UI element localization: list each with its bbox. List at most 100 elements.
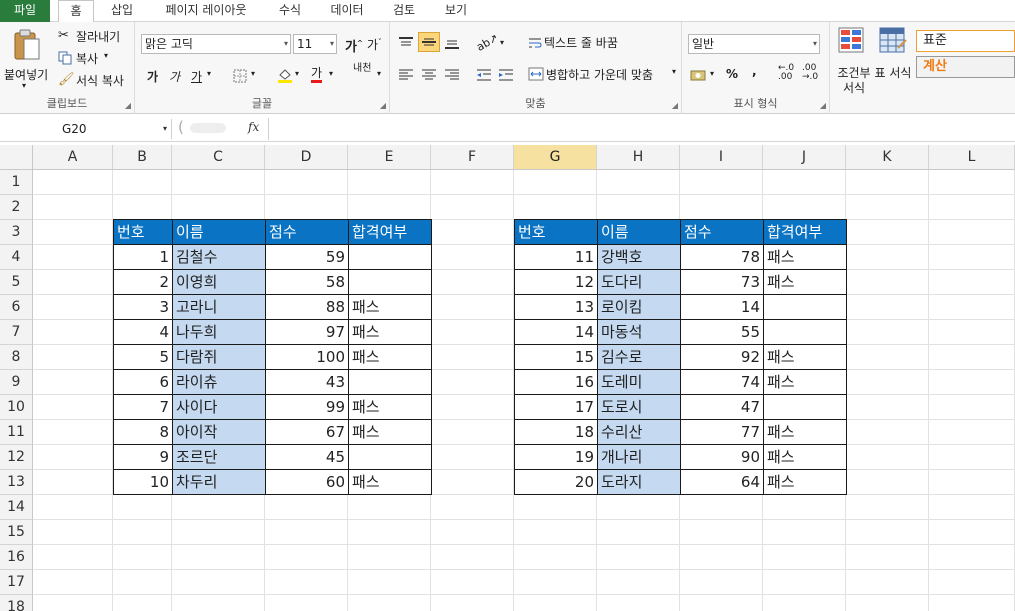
row-header-12[interactable]: 12 <box>0 445 33 470</box>
percent-button[interactable]: % <box>726 67 738 81</box>
align-middle-button[interactable] <box>418 32 440 52</box>
font-launcher-icon[interactable]: ◢ <box>380 101 386 110</box>
underline-dropdown-icon[interactable]: ▾ <box>207 69 211 78</box>
paste-dropdown-icon[interactable]: ▾ <box>22 81 26 90</box>
orientation-dropdown-icon[interactable]: ▾ <box>500 38 504 47</box>
column-header-d[interactable]: D <box>265 145 348 170</box>
column-header-c[interactable]: C <box>172 145 265 170</box>
table2-data-cell[interactable]: 73 <box>680 269 764 295</box>
table1-data-cell[interactable]: 6 <box>113 369 173 395</box>
tab-home[interactable]: 홈 <box>58 0 94 23</box>
table1-data-cell[interactable]: 67 <box>265 419 349 445</box>
table2-data-cell[interactable]: 도레미 <box>597 369 681 395</box>
row-header-13[interactable]: 13 <box>0 470 33 495</box>
row-header-5[interactable]: 5 <box>0 270 33 295</box>
table1-data-cell[interactable]: 7 <box>113 394 173 420</box>
table1-data-cell[interactable]: 1 <box>113 244 173 270</box>
column-header-j[interactable]: J <box>763 145 846 170</box>
row-header-16[interactable]: 16 <box>0 545 33 570</box>
number-format-combo[interactable]: 일반 ▾ <box>688 34 820 54</box>
table1-data-cell[interactable]: 97 <box>265 319 349 345</box>
column-header-b[interactable]: B <box>113 145 172 170</box>
align-center-icon[interactable] <box>421 68 437 82</box>
table1-data-cell[interactable]: 사이다 <box>172 394 266 420</box>
tab-insert[interactable]: 삽입 <box>102 0 142 22</box>
table2-data-cell[interactable]: 90 <box>680 444 764 470</box>
table2-data-cell[interactable]: 14 <box>680 294 764 320</box>
table1-data-cell[interactable]: 100 <box>265 344 349 370</box>
table1-data-cell[interactable]: 라이츄 <box>172 369 266 395</box>
table1-header-cell[interactable]: 번호 <box>113 219 173 245</box>
shrink-font-icon[interactable]: 가˅ <box>367 36 382 53</box>
bold-button[interactable]: 가 <box>147 68 158 85</box>
column-header-i[interactable]: I <box>680 145 763 170</box>
worksheet-grid[interactable]: A B C D E F G H I J K L 1 2 3 4 5 6 7 8 9 10 11 12 13 14 15 16 17 18 번… <box>0 145 1015 611</box>
row-header-10[interactable]: 10 <box>0 395 33 420</box>
table2-data-cell[interactable]: 15 <box>514 344 598 370</box>
table1-data-cell[interactable] <box>348 269 432 295</box>
table1-data-cell[interactable]: 김철수 <box>172 244 266 270</box>
table1-data-cell[interactable]: 패스 <box>348 419 432 445</box>
table1-data-cell[interactable] <box>348 244 432 270</box>
table1-data-cell[interactable]: 45 <box>265 444 349 470</box>
table2-data-cell[interactable]: 14 <box>514 319 598 345</box>
column-header-e[interactable]: E <box>348 145 431 170</box>
merge-dropdown-icon[interactable]: ▾ <box>672 67 676 76</box>
table2-data-cell[interactable]: 패스 <box>763 369 847 395</box>
accounting-dropdown-icon[interactable]: ▾ <box>710 69 714 78</box>
decrease-indent-icon[interactable] <box>476 68 492 82</box>
table2-data-cell[interactable]: 패스 <box>763 269 847 295</box>
row-header-1[interactable]: 1 <box>0 170 33 195</box>
italic-button[interactable]: 가 <box>169 68 180 85</box>
table1-data-cell[interactable]: 5 <box>113 344 173 370</box>
table2-data-cell[interactable]: 도라지 <box>597 469 681 495</box>
table2-data-cell[interactable]: 강백호 <box>597 244 681 270</box>
table1-data-cell[interactable] <box>348 369 432 395</box>
align-right-icon[interactable] <box>444 68 460 82</box>
name-box[interactable]: G20 ▾ <box>0 119 172 139</box>
alignment-launcher-icon[interactable]: ◢ <box>672 101 678 110</box>
table1-data-cell[interactable]: 차두리 <box>172 469 266 495</box>
font-color-dropdown-icon[interactable]: ▾ <box>329 69 333 78</box>
table2-data-cell[interactable]: 16 <box>514 369 598 395</box>
table1-data-cell[interactable]: 59 <box>265 244 349 270</box>
table2-data-cell[interactable]: 64 <box>680 469 764 495</box>
table1-header-cell[interactable]: 점수 <box>265 219 349 245</box>
table1-data-cell[interactable]: 2 <box>113 269 173 295</box>
paste-button[interactable]: 붙여넣기 ▾ <box>4 26 48 92</box>
style-calculation[interactable]: 계산 <box>916 56 1015 78</box>
table2-data-cell[interactable]: 패스 <box>763 419 847 445</box>
table1-data-cell[interactable]: 고라니 <box>172 294 266 320</box>
formula-bar-splitter[interactable] <box>190 123 226 133</box>
table2-data-cell[interactable]: 김수로 <box>597 344 681 370</box>
table2-data-cell[interactable]: 패스 <box>763 469 847 495</box>
table2-data-cell[interactable]: 47 <box>680 394 764 420</box>
table1-data-cell[interactable]: 패스 <box>348 344 432 370</box>
formula-bar-resize-handle[interactable]: ( <box>178 118 184 136</box>
table1-data-cell[interactable]: 10 <box>113 469 173 495</box>
conditional-format-button[interactable]: 조건부 서식 <box>832 26 872 96</box>
font-size-combo[interactable]: 11 ▾ <box>293 34 337 54</box>
row-header-15[interactable]: 15 <box>0 520 33 545</box>
table1-data-cell[interactable]: 패스 <box>348 294 432 320</box>
clipboard-launcher-icon[interactable]: ◢ <box>125 101 131 110</box>
table1-data-cell[interactable]: 8 <box>113 419 173 445</box>
tab-file[interactable]: 파일 <box>0 0 50 22</box>
tab-page-layout[interactable]: 페이지 레이아웃 <box>152 0 260 22</box>
increase-decimal-button[interactable]: ←.0.00 <box>778 64 794 82</box>
tab-review[interactable]: 검토 <box>384 0 424 22</box>
align-top-icon[interactable] <box>398 36 414 50</box>
table2-data-cell[interactable]: 패스 <box>763 244 847 270</box>
table2-data-cell[interactable]: 11 <box>514 244 598 270</box>
table2-data-cell[interactable]: 12 <box>514 269 598 295</box>
formula-input[interactable] <box>268 118 1015 140</box>
table1-header-cell[interactable]: 이름 <box>172 219 266 245</box>
align-left-icon[interactable] <box>398 68 414 82</box>
column-header-g[interactable]: G <box>514 145 597 170</box>
row-header-9[interactable]: 9 <box>0 370 33 395</box>
phonetic-button[interactable]: 내천 <box>353 64 371 74</box>
fill-color-icon[interactable] <box>277 67 293 83</box>
table1-data-cell[interactable]: 9 <box>113 444 173 470</box>
align-bottom-icon[interactable] <box>444 36 460 50</box>
table2-data-cell[interactable] <box>763 319 847 345</box>
